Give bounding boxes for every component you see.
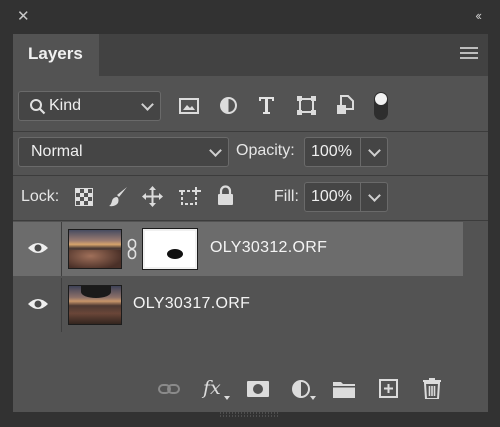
chevron-down-icon bbox=[141, 98, 154, 111]
image-filter-icon[interactable] bbox=[179, 98, 199, 114]
opacity-field[interactable]: 100% bbox=[304, 137, 388, 167]
layer-name[interactable]: OLY30312.ORF bbox=[210, 239, 327, 257]
layer-row[interactable]: OLY30312.ORF bbox=[13, 222, 463, 276]
layer-thumbnail[interactable] bbox=[68, 229, 122, 269]
adjustment-filter-icon[interactable] bbox=[219, 96, 238, 115]
visibility-eye-icon[interactable] bbox=[27, 241, 49, 255]
opacity-value: 100% bbox=[311, 143, 352, 160]
lock-transparent-pixels-icon[interactable] bbox=[75, 188, 93, 206]
collapse-panel-icon[interactable]: ‹‹ bbox=[475, 9, 482, 23]
small-triangle-icon bbox=[310, 396, 316, 400]
new-layer-icon[interactable] bbox=[379, 379, 398, 398]
search-icon bbox=[30, 99, 46, 115]
layers-panel: Layers Kind Normal Opacity: 100% Lock: F… bbox=[13, 34, 488, 412]
fill-field[interactable]: 100% bbox=[304, 182, 388, 212]
window-titlebar: ✕ ‹‹ bbox=[0, 0, 500, 34]
small-triangle-icon bbox=[224, 396, 230, 400]
panel-footer: fx bbox=[13, 368, 488, 412]
divider bbox=[13, 220, 488, 221]
layer-row[interactable]: OLY30317.ORF bbox=[13, 278, 463, 332]
filter-kind-label: Kind bbox=[49, 97, 82, 114]
layers-list: OLY30312.ORF OLY30317.ORF bbox=[13, 222, 488, 334]
fill-label: Fill: bbox=[274, 188, 299, 205]
type-filter-icon[interactable] bbox=[258, 96, 275, 115]
chevron-down-icon[interactable] bbox=[368, 189, 381, 202]
close-icon[interactable]: ✕ bbox=[17, 9, 33, 25]
filter-kind-dropdown[interactable]: Kind bbox=[18, 91, 161, 121]
lock-label: Lock: bbox=[21, 188, 60, 205]
tab-layers[interactable]: Layers bbox=[13, 34, 99, 76]
hamburger-menu-icon[interactable] bbox=[460, 47, 478, 61]
tab-layers-label: Layers bbox=[28, 44, 83, 63]
layer-name[interactable]: OLY30317.ORF bbox=[133, 295, 250, 313]
blend-mode-dropdown[interactable]: Normal bbox=[18, 137, 229, 167]
lock-all-icon[interactable] bbox=[217, 185, 234, 206]
divider bbox=[13, 175, 488, 176]
delete-layer-icon[interactable] bbox=[423, 378, 441, 399]
chevron-down-icon bbox=[209, 144, 222, 157]
lock-position-icon[interactable] bbox=[142, 186, 163, 207]
filter-toggle-icon[interactable] bbox=[374, 92, 388, 120]
divider bbox=[13, 131, 488, 132]
prevent-auto-nesting-icon[interactable] bbox=[179, 187, 201, 207]
lock-image-pixels-icon[interactable] bbox=[109, 186, 129, 208]
visibility-eye-icon[interactable] bbox=[27, 297, 49, 311]
chevron-down-icon[interactable] bbox=[368, 144, 381, 157]
add-mask-icon[interactable] bbox=[247, 381, 269, 397]
shape-filter-icon[interactable] bbox=[297, 96, 316, 115]
mask-link-icon[interactable] bbox=[127, 238, 137, 260]
layer-mask-thumbnail[interactable] bbox=[143, 229, 197, 269]
new-adjustment-layer-icon[interactable] bbox=[291, 379, 311, 399]
link-layers-icon[interactable] bbox=[158, 383, 180, 395]
opacity-label: Opacity: bbox=[236, 142, 295, 159]
resize-grip-icon[interactable] bbox=[220, 412, 280, 418]
panel-tabbar: Layers bbox=[13, 34, 488, 76]
blend-mode-value: Normal bbox=[31, 143, 83, 160]
fill-value: 100% bbox=[311, 188, 352, 205]
new-group-icon[interactable] bbox=[333, 380, 355, 398]
layer-thumbnail[interactable] bbox=[68, 285, 122, 325]
layer-style-icon[interactable]: fx bbox=[203, 377, 221, 399]
smart-object-filter-icon[interactable] bbox=[337, 95, 354, 115]
